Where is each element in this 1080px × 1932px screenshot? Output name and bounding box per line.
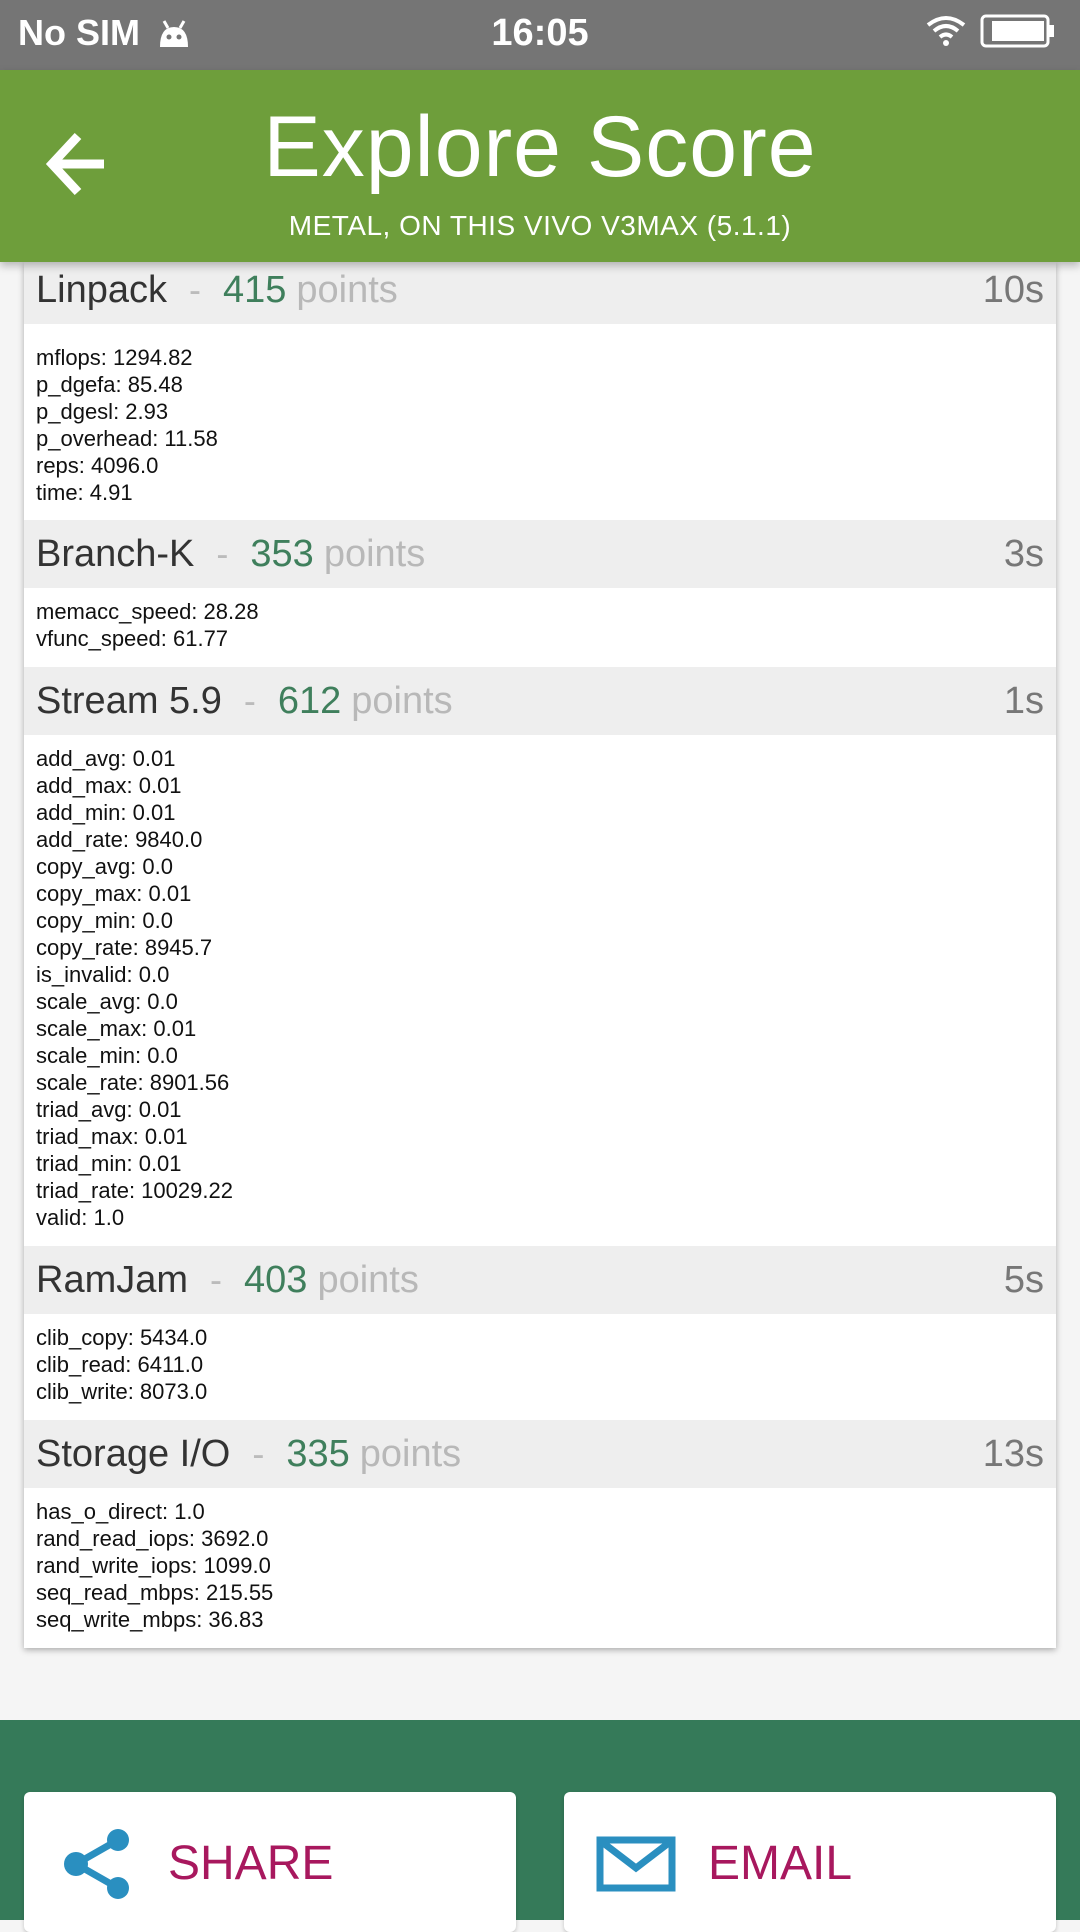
- share-button-label: SHARE: [168, 1837, 334, 1890]
- section-points-label: points: [359, 1432, 462, 1475]
- metric-line: has_o_direct: 1.0: [36, 1499, 205, 1524]
- clock: 16:05: [491, 12, 589, 54]
- metric-line: scale_min: 0.0: [36, 1043, 178, 1068]
- section-metrics-ramjam: clib_copy: 5434.0 clib_read: 6411.0 clib…: [36, 1324, 1036, 1405]
- metric-line: rand_write_iops: 1099.0: [36, 1553, 271, 1578]
- section-header-stream: Stream 5.9 - 612 points 1s: [24, 667, 1056, 735]
- metric-line: clib_read: 6411.0: [36, 1352, 204, 1377]
- section-duration: 5s: [1003, 1258, 1044, 1301]
- section-header-storage-io: Storage I/O - 335 points 13s: [24, 1420, 1056, 1488]
- share-button[interactable]: SHARE: [24, 1792, 516, 1932]
- metric-line: time: 4.91: [36, 480, 133, 505]
- metric-line: copy_avg: 0.0: [36, 854, 173, 879]
- metric-line: copy_min: 0.0: [36, 908, 173, 933]
- section-name: Linpack: [36, 268, 167, 311]
- metric-line: copy_max: 0.01: [36, 881, 192, 906]
- metric-line: clib_copy: 5434.0: [36, 1325, 208, 1350]
- wifi-icon: [926, 16, 966, 46]
- section-header-linpack: Linpack - 415 points 10s: [24, 262, 1056, 324]
- metric-line: valid: 1.0: [36, 1205, 125, 1230]
- metric-line: add_avg: 0.01: [36, 746, 176, 771]
- section-score: 415: [222, 268, 287, 311]
- status-bar: No SIM 16:05: [0, 0, 1080, 70]
- section-score: 612: [277, 679, 342, 722]
- section-name: Storage I/O: [36, 1432, 231, 1475]
- metric-line: triad_max: 0.01: [36, 1124, 188, 1149]
- metric-line: scale_avg: 0.0: [36, 989, 178, 1014]
- email-icon: [596, 1836, 676, 1892]
- app-bar: Explore Score METAL, ON THIS VIVO V3MAX …: [0, 70, 1080, 262]
- metric-line: triad_avg: 0.01: [36, 1097, 182, 1122]
- section-separator: -: [252, 1433, 265, 1474]
- metric-line: seq_read_mbps: 215.55: [36, 1580, 274, 1605]
- metric-line: clib_write: 8073.0: [36, 1379, 208, 1404]
- section-header-ramjam: RamJam - 403 points 5s: [24, 1246, 1056, 1314]
- metric-line: memacc_speed: 28.28: [36, 599, 259, 624]
- section-points-label: points: [351, 679, 453, 722]
- section-metrics-branch-k: memacc_speed: 28.28 vfunc_speed: 61.77: [36, 598, 1036, 652]
- battery-icon: [980, 14, 1054, 48]
- section-separator: -: [243, 680, 256, 721]
- metric-line: p_dgefa: 85.48: [36, 372, 183, 397]
- section-name: Branch-K: [36, 532, 195, 575]
- section-separator: -: [210, 1259, 223, 1300]
- section-metrics-stream: add_avg: 0.01 add_max: 0.01 add_min: 0.0…: [36, 745, 1036, 1231]
- section-score: 353: [250, 532, 314, 575]
- section-points-label: points: [317, 1258, 419, 1301]
- page-title: Explore Score: [263, 99, 817, 195]
- section-header-branch-k: Branch-K - 353 points 3s: [24, 520, 1056, 588]
- section-separator: -: [188, 269, 201, 310]
- section-points-label: points: [323, 532, 426, 575]
- metric-line: p_dgesl: 2.93: [36, 399, 169, 424]
- results-card: Linpack - 415 points 10s mflops: 1294.82…: [24, 262, 1056, 1648]
- metric-line: seq_write_mbps: 36.83: [36, 1607, 264, 1632]
- metric-line: add_rate: 9840.0: [36, 827, 203, 852]
- section-metrics-storage-io: has_o_direct: 1.0 rand_read_iops: 3692.0…: [36, 1498, 1036, 1633]
- section-duration: 13s: [982, 1432, 1044, 1475]
- metric-line: p_overhead: 11.58: [36, 426, 218, 451]
- section-name: Stream 5.9: [36, 679, 222, 722]
- section-score: 335: [286, 1432, 350, 1475]
- metric-line: vfunc_speed: 61.77: [36, 626, 229, 651]
- section-separator: -: [216, 533, 229, 574]
- section-points-label: points: [296, 268, 398, 311]
- section-duration: 10s: [982, 268, 1044, 311]
- section-duration: 3s: [1003, 532, 1044, 575]
- email-button[interactable]: EMAIL: [564, 1792, 1056, 1932]
- section-name: RamJam: [36, 1258, 189, 1301]
- share-icon: [64, 1829, 129, 1899]
- section-duration: 1s: [1003, 679, 1044, 722]
- metric-line: is_invalid: 0.0: [36, 962, 170, 987]
- email-button-label: EMAIL: [708, 1837, 853, 1890]
- metric-line: rand_read_iops: 3692.0: [36, 1526, 269, 1551]
- metric-line: scale_max: 0.01: [36, 1016, 197, 1041]
- metric-line: reps: 4096.0: [36, 453, 159, 478]
- metric-line: copy_rate: 8945.7: [36, 935, 213, 960]
- metric-line: triad_min: 0.01: [36, 1151, 182, 1176]
- page-subtitle: METAL, ON THIS VIVO V3MAX (5.1.1): [288, 210, 792, 241]
- metric-line: scale_rate: 8901.56: [36, 1070, 230, 1095]
- section-score: 403: [244, 1258, 308, 1301]
- metric-line: mflops: 1294.82: [36, 345, 193, 370]
- metric-line: triad_rate: 10029.22: [36, 1178, 233, 1203]
- section-metrics-linpack: mflops: 1294.82 p_dgefa: 85.48 p_dgesl: …: [36, 344, 1036, 506]
- metric-line: add_min: 0.01: [36, 800, 176, 825]
- metric-line: add_max: 0.01: [36, 773, 182, 798]
- status-right: [926, 14, 1056, 48]
